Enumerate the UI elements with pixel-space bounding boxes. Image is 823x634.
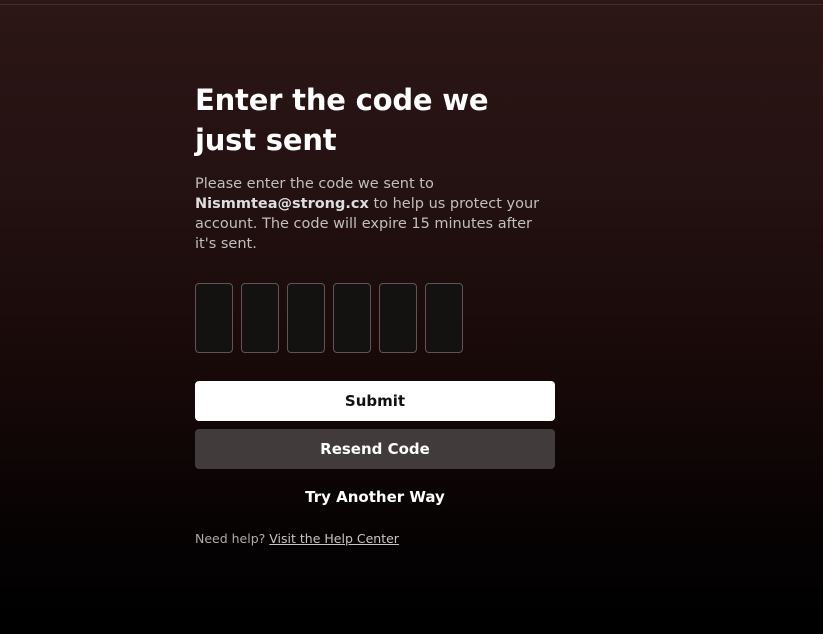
code-digit-3-input[interactable] [287, 283, 325, 353]
page-title: Enter the code we just sent [195, 83, 489, 157]
try-another-way-button[interactable]: Try Another Way [195, 477, 555, 517]
code-digit-4-input[interactable] [333, 283, 371, 353]
header-divider [0, 4, 823, 5]
verification-panel: Enter the code we just sent Please enter… [195, 80, 555, 546]
instructions-prefix: Please enter the code we sent to [195, 176, 434, 192]
recipient-email: Nismmtea@strong.cx [195, 196, 369, 212]
code-digit-2-input[interactable] [241, 283, 279, 353]
help-prefix: Need help? [195, 531, 270, 546]
code-digit-1-input[interactable] [195, 283, 233, 353]
code-digit-6-input[interactable] [425, 283, 463, 353]
help-text: Need help? Visit the Help Center [195, 531, 555, 546]
instructions-text: Please enter the code we sent to Nismmte… [195, 174, 555, 254]
code-digit-5-input[interactable] [379, 283, 417, 353]
resend-code-button[interactable]: Resend Code [195, 429, 555, 469]
code-input-group [195, 283, 555, 353]
submit-button[interactable]: Submit [195, 381, 555, 421]
help-center-link[interactable]: Visit the Help Center [269, 531, 399, 546]
